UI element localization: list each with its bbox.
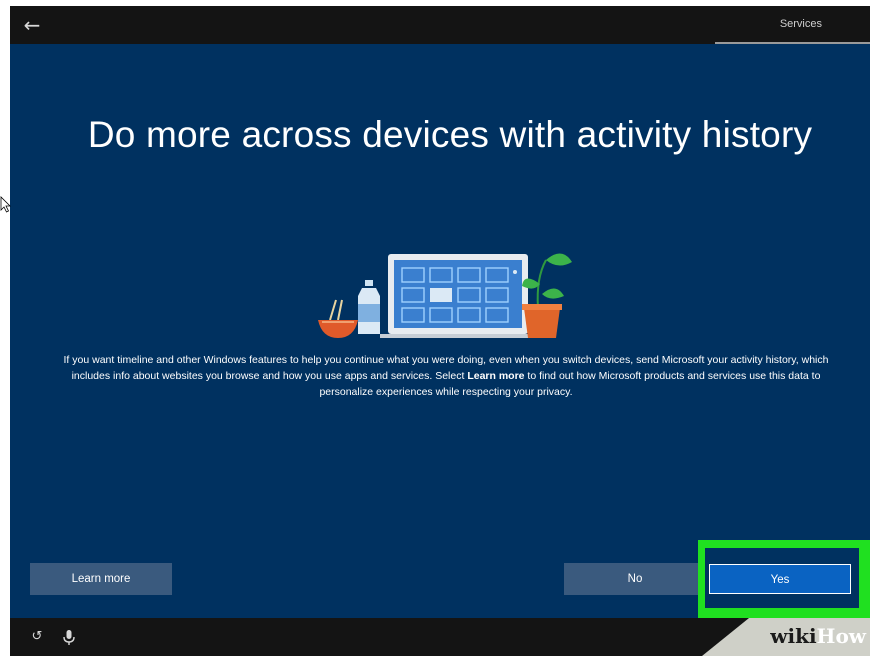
wikihow-watermark: wikiHow: [702, 618, 870, 656]
accessibility-icon[interactable]: ↺: [28, 628, 46, 646]
oobe-window: ← Services Do more across devices with a…: [10, 6, 870, 656]
activity-history-illustration: [318, 253, 572, 338]
bottom-bar: ↺ wikiHow: [10, 618, 870, 656]
plant-icon: [522, 253, 572, 338]
mouse-cursor-icon: [0, 196, 11, 213]
learn-more-button[interactable]: Learn more: [30, 563, 172, 595]
bowl-icon: [318, 299, 358, 338]
learn-more-inline: Learn more: [467, 370, 525, 382]
description-text: If you want timeline and other Windows f…: [46, 352, 846, 400]
top-bar: ← Services: [10, 6, 870, 44]
wikihow-suffix: How: [816, 624, 866, 648]
page-title: Do more across devices with activity his…: [87, 114, 813, 155]
step-label: Services: [779, 18, 822, 30]
yes-button[interactable]: Yes: [709, 564, 851, 594]
bottle-icon: [358, 280, 380, 334]
microphone-icon[interactable]: [60, 628, 78, 646]
back-arrow-icon[interactable]: ←: [18, 12, 46, 38]
step-indicator: [715, 42, 870, 44]
wikihow-logo: wikiHow: [770, 624, 866, 648]
no-button[interactable]: No: [564, 563, 706, 595]
yes-highlight-box: Yes: [698, 540, 870, 618]
laptop-icon: [380, 254, 540, 338]
wikihow-prefix: wiki: [770, 624, 817, 648]
